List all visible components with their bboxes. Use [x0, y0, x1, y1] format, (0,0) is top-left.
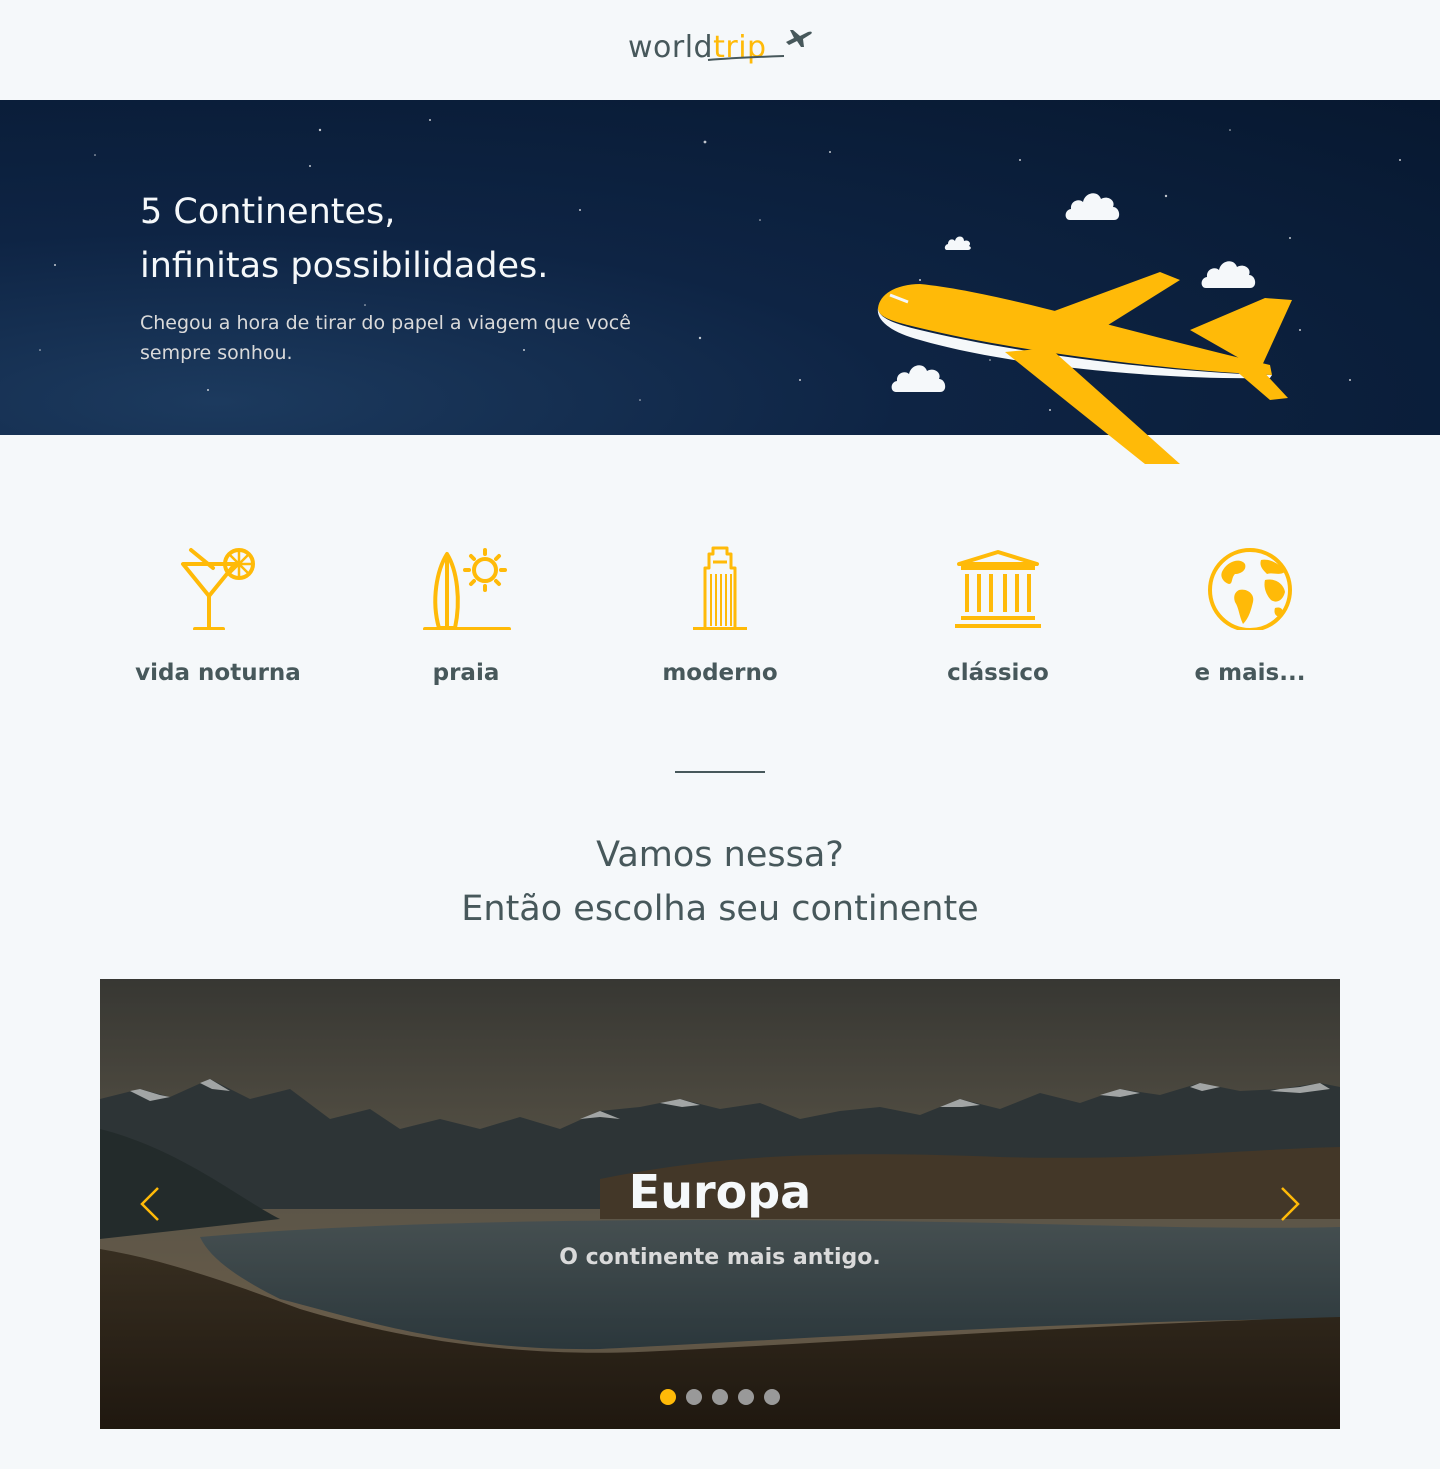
continent-carousel[interactable]: Europa O continente mais antigo. [100, 979, 1340, 1429]
chevron-right-icon[interactable] [1278, 1184, 1302, 1224]
carousel-dot[interactable] [764, 1389, 780, 1405]
building-icon [693, 546, 747, 630]
carousel-dot[interactable] [660, 1389, 676, 1405]
travel-type-classic: clássico [898, 540, 1098, 686]
travel-types: vida noturna praia moderno clássico e ma… [0, 540, 1440, 700]
slide-subtitle: O continente mais antigo. [559, 1245, 881, 1270]
cocktail-icon [181, 548, 255, 630]
logo-swoosh-icon [707, 55, 785, 61]
travel-type-label: praia [432, 660, 500, 686]
carousel-dot[interactable] [712, 1389, 728, 1405]
travel-type-label: clássico [947, 660, 1049, 686]
travel-type-label: moderno [662, 660, 778, 686]
logo-word: world [628, 30, 714, 65]
travel-type-more: e mais... [1150, 540, 1350, 686]
surf-sun-icon [423, 548, 511, 630]
airplane-illustration [877, 272, 1292, 464]
carousel-pagination [100, 1389, 1340, 1405]
banner-title-line1: 5 Continentes, [140, 192, 396, 232]
chevron-left-icon[interactable] [138, 1184, 162, 1224]
travel-type-nightlife: vida noturna [118, 540, 318, 686]
worldtrip-logo[interactable]: worldtrip [626, 24, 816, 80]
carousel-dot[interactable] [686, 1389, 702, 1405]
header: worldtrip [0, 0, 1440, 100]
travel-type-modern: moderno [620, 540, 820, 686]
earth-icon [1208, 548, 1292, 630]
travel-type-label: e mais... [1194, 660, 1306, 686]
continent-heading-line2: Então escolha seu continente [461, 889, 979, 929]
continent-heading-line1: Vamos nessa? [596, 835, 844, 875]
slide-title[interactable]: Europa [100, 1165, 1340, 1219]
banner-subtitle: Chegou a hora de tirar do papel a viagem… [140, 312, 631, 364]
carousel-dot[interactable] [738, 1389, 754, 1405]
logo-airplane-icon [786, 30, 812, 47]
travel-type-label: vida noturna [135, 660, 301, 686]
continent-heading: Vamos nessa? Então escolha seu continent… [0, 828, 1440, 936]
section-divider [675, 771, 765, 773]
travel-type-beach: praia [366, 540, 566, 686]
museum-icon [955, 550, 1041, 628]
banner-title: 5 Continentes, infinitas possibilidades. [140, 185, 740, 293]
banner-title-line2: infinitas possibilidades. [140, 246, 549, 286]
